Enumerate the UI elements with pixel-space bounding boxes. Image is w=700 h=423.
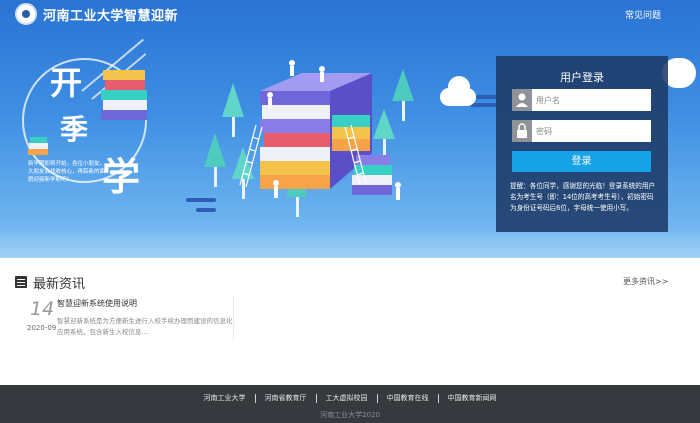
login-button[interactable]: 登录 — [512, 151, 651, 172]
password-input[interactable] — [536, 123, 646, 139]
news-item-title[interactable]: 智慧迎新系统使用说明 — [57, 298, 137, 309]
footer-link-hnut[interactable]: 河南工业大学 — [195, 394, 255, 403]
tree-icon — [392, 69, 414, 121]
login-hint: 提醒：各位同学，感谢您的光临！登录系统的用户名为考生号（即：14位的高考考生号）… — [510, 182, 656, 212]
decor-bar — [196, 208, 216, 212]
login-panel: 用户登录 登录 提醒：各位同学，感谢您的光临！登录系统的用户名为考生号（即：14… — [496, 56, 668, 232]
decor-bar — [470, 103, 498, 107]
tree-icon — [373, 109, 395, 159]
footer-links: 河南工业大学 河南省教育厅 工大虚拟校园 中国教育在线 中国教育新闻网 — [0, 394, 700, 403]
footer: 河南工业大学 河南省教育厅 工大虚拟校园 中国教育在线 中国教育新闻网 河南工业… — [0, 385, 700, 423]
news-day: 14 — [30, 298, 55, 320]
password-field — [512, 120, 651, 142]
username-field — [512, 89, 651, 111]
footer-link-edu-dept[interactable]: 河南省教育厅 — [254, 394, 316, 403]
tree-icon — [204, 133, 226, 187]
username-input[interactable] — [536, 92, 646, 108]
books-illustration — [204, 60, 414, 217]
university-logo-icon — [15, 3, 37, 25]
more-news-link[interactable]: 更多资讯>> — [623, 276, 668, 287]
decor-bar — [186, 198, 216, 202]
lock-icon — [512, 120, 532, 142]
news-month: 2020-09 — [27, 324, 57, 332]
site-title: 河南工业大学智慧迎新 — [43, 9, 179, 24]
copyright: 河南工业大学2020 — [320, 411, 380, 419]
footer-link-eol[interactable]: 中国教育在线 — [376, 394, 438, 403]
slogan-char-2: 季 — [60, 113, 89, 146]
footer-link-virtual-campus[interactable]: 工大虚拟校园 — [315, 394, 377, 403]
faq-link[interactable]: 常见问题 — [625, 8, 661, 21]
tree-icon — [222, 83, 244, 137]
floating-books-illustration — [101, 70, 147, 120]
news-icon — [15, 276, 27, 288]
slogan-char-1: 开 — [50, 64, 83, 102]
cloud-icon — [448, 76, 470, 98]
footer-link-edu-news[interactable]: 中国教育新闻网 — [437, 394, 506, 403]
slogan-subtext: 新学期即将开始，各位小朋友，大朋友会找收核心，再崭新的面貌迎接新学期吧！ — [28, 161, 106, 183]
news-item[interactable]: 14 2020-09 智慧迎新系统使用说明 智慧迎新系统是为方便新生进行入校手续… — [16, 296, 234, 340]
login-title: 用户登录 — [560, 71, 604, 84]
news-section-title: 最新资讯 — [33, 277, 86, 292]
header: 河南工业大学智慧迎新 常见问题 — [0, 0, 700, 28]
user-icon — [512, 89, 532, 111]
decor-bar — [476, 95, 498, 99]
small-books-icon — [28, 137, 48, 155]
news-item-summary: 智慧迎新系统是为方便新生进行入校手续办理而建设的信息化应用系统，包含新生入校信息… — [57, 317, 233, 336]
